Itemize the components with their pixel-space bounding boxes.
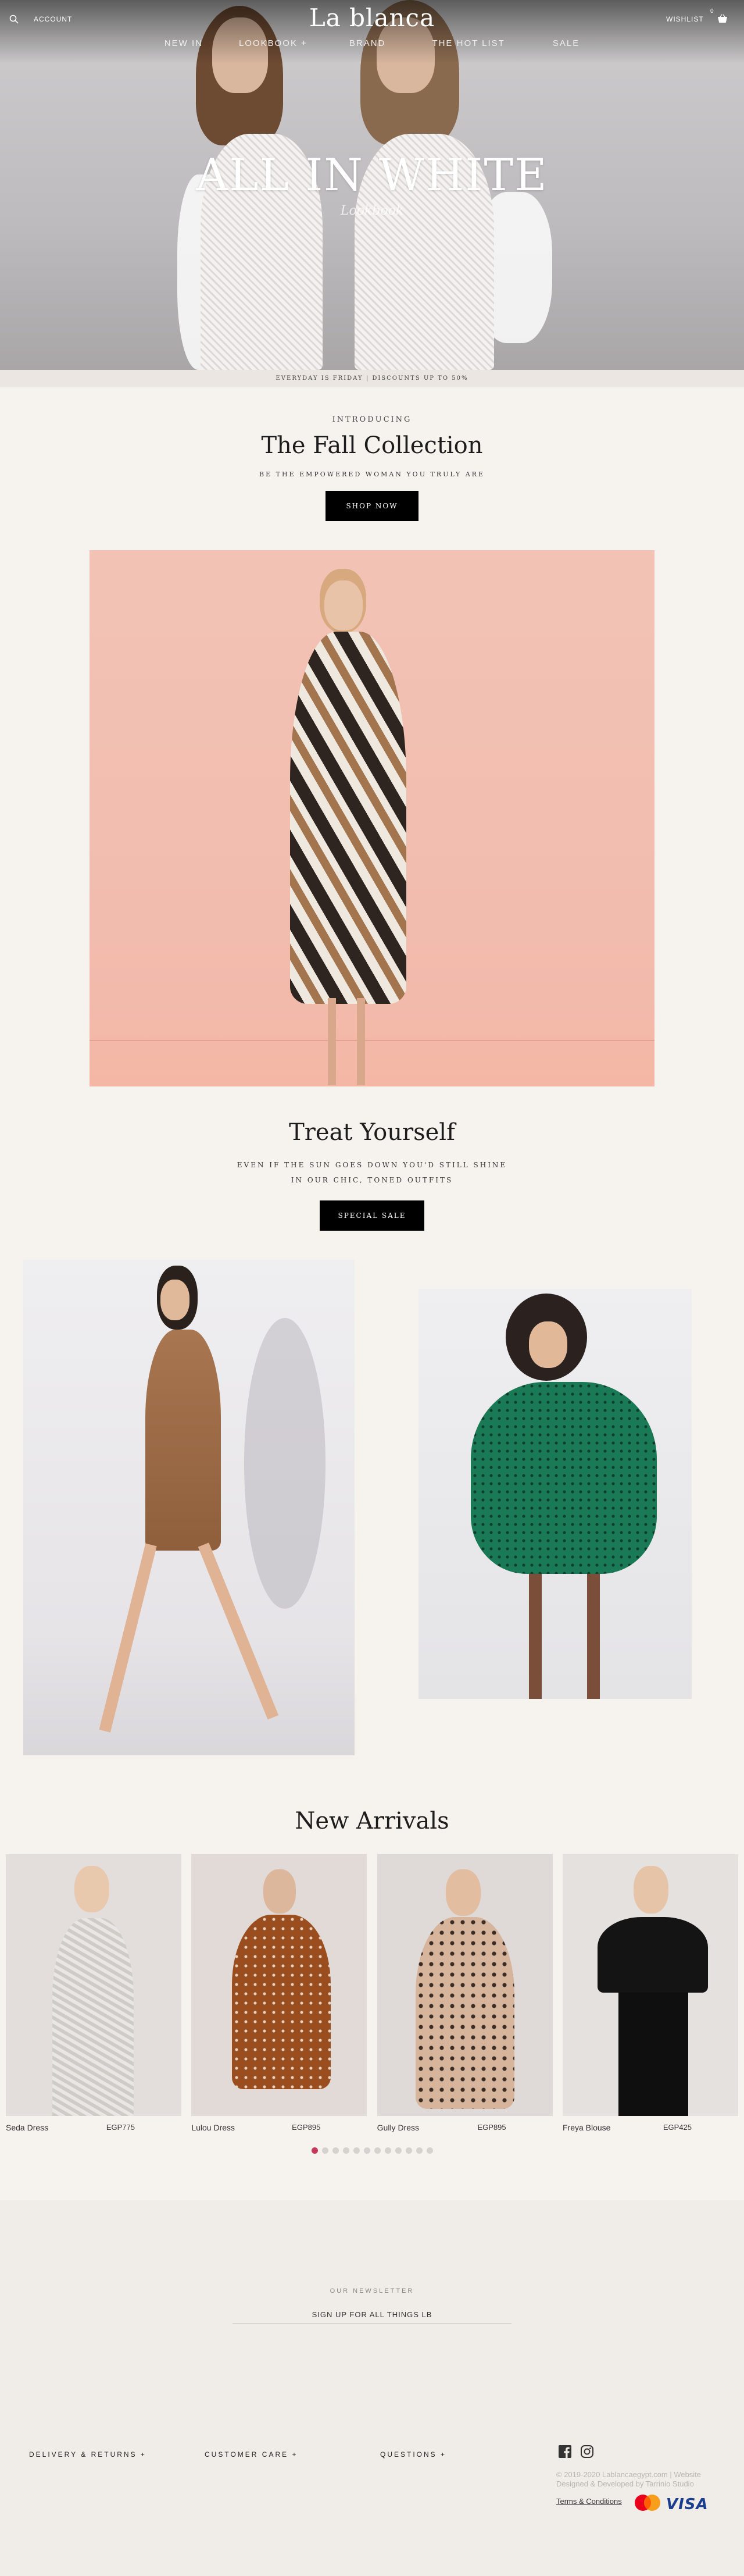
carousel-dot[interactable]	[311, 2147, 318, 2154]
arrivals-title: New Arrivals	[295, 1808, 449, 1834]
nav-brand[interactable]: BRAND	[349, 38, 386, 48]
featured-photos	[0, 1260, 744, 1760]
product-price: EGP895	[292, 2123, 321, 2132]
nav-new-in[interactable]: NEW IN	[164, 38, 203, 48]
newsletter-section: OUR NEWSLETTER	[0, 2200, 744, 2427]
product-price: EGP895	[477, 2123, 506, 2132]
treat-title: Treat Yourself	[289, 1119, 455, 1146]
carousel-dot[interactable]	[342, 2147, 349, 2154]
nav-sale[interactable]: SALE	[553, 38, 580, 48]
photo-green-dress[interactable]	[419, 1289, 692, 1699]
new-arrivals-section: New Arrivals Seda Dress EGP775 Lulou Dres…	[0, 1808, 744, 2154]
payment-cards: VISA	[632, 2493, 709, 2515]
nav-lookbook[interactable]: LOOKBOOK +	[239, 38, 307, 48]
treat-line-1: EVEN IF THE SUN GOES DOWN YOU'D STILL SH…	[237, 1161, 507, 1169]
fall-collection-photo[interactable]	[90, 550, 654, 1086]
carousel-dot[interactable]	[384, 2147, 391, 2154]
fall-title: The Fall Collection	[261, 432, 483, 459]
product-name[interactable]: Seda Dress	[6, 2123, 48, 2132]
product-name[interactable]: Lulou Dress	[191, 2123, 235, 2132]
hero-title: ALL IN WHITE	[196, 149, 548, 201]
footer-questions[interactable]: QUESTIONS +	[380, 2450, 446, 2459]
footer-customer-care[interactable]: CUSTOMER CARE +	[205, 2450, 298, 2459]
carousel-dot[interactable]	[416, 2147, 423, 2154]
wishlist-link[interactable]: WISHLIST	[666, 15, 704, 23]
copyright-text: © 2019-2020 Lablancaegypt.com | Website …	[556, 2470, 702, 2488]
carousel-dot[interactable]	[332, 2147, 339, 2154]
main-nav: NEW IN LOOKBOOK + BRAND THE HOT LIST SAL…	[0, 38, 744, 48]
product-card[interactable]: Freya Blouse EGP425	[562, 1854, 738, 2132]
carousel-dots	[0, 2147, 744, 2154]
newsletter-email-input[interactable]	[233, 2306, 512, 2324]
product-image[interactable]	[191, 1854, 367, 2116]
carousel-dot[interactable]	[353, 2147, 360, 2154]
instagram-icon[interactable]	[580, 2445, 594, 2459]
model-patterned-dress	[290, 632, 406, 1004]
product-card[interactable]: Seda Dress EGP775	[6, 1854, 181, 2132]
treat-line-2: IN OUR CHIC, TONED OUTFITS	[291, 1176, 453, 1184]
product-image[interactable]	[562, 1854, 738, 2116]
product-card[interactable]: Gully Dress EGP895	[377, 1854, 553, 2132]
treat-section: Treat Yourself EVEN IF THE SUN GOES DOWN…	[0, 1119, 744, 1231]
fall-collection-section: INTRODUCING The Fall Collection BE THE E…	[0, 387, 744, 1086]
carousel-dot[interactable]	[395, 2147, 402, 2154]
social-links	[558, 2445, 594, 2459]
promo-strip: EVERYDAY IS FRIDAY | DISCOUNTS UP TO 50%	[0, 370, 744, 387]
product-name[interactable]: Freya Blouse	[563, 2123, 610, 2132]
product-image[interactable]	[6, 1854, 181, 2116]
product-card[interactable]: Lulou Dress EGP895	[191, 1854, 367, 2132]
product-carousel: Seda Dress EGP775 Lulou Dress EGP895 Gully…	[0, 1854, 744, 2132]
site-logo[interactable]: La blanca	[0, 3, 744, 32]
mastercard-icon	[632, 2493, 663, 2515]
fall-tagline: BE THE EMPOWERED WOMAN YOU TRULY ARE	[259, 471, 485, 478]
basket-count: 0	[710, 8, 714, 15]
facebook-icon[interactable]	[558, 2445, 572, 2459]
special-sale-button[interactable]: SPECIAL SALE	[320, 1200, 424, 1231]
carousel-dot[interactable]	[363, 2147, 370, 2154]
nav-hot-list[interactable]: THE HOT LIST	[432, 38, 505, 48]
shop-now-button[interactable]: SHOP NOW	[326, 491, 419, 521]
hero-subtitle: Lookbook	[340, 204, 404, 218]
product-price: EGP425	[663, 2123, 692, 2132]
footer-delivery-returns[interactable]: DELIVERY & RETURNS +	[29, 2450, 146, 2459]
product-image[interactable]	[377, 1854, 553, 2116]
product-price: EGP775	[106, 2123, 135, 2132]
footer: DELIVERY & RETURNS + CUSTOMER CARE + QUE…	[0, 2427, 744, 2576]
carousel-dot[interactable]	[405, 2147, 412, 2154]
basket-icon[interactable]	[717, 14, 728, 23]
newsletter-eyebrow: OUR NEWSLETTER	[330, 2288, 414, 2294]
visa-icon: VISA	[666, 2495, 709, 2513]
fall-eyebrow: INTRODUCING	[332, 415, 412, 424]
product-name[interactable]: Gully Dress	[377, 2123, 419, 2132]
carousel-dot[interactable]	[321, 2147, 328, 2154]
carousel-dot[interactable]	[426, 2147, 433, 2154]
carousel-dot[interactable]	[374, 2147, 381, 2154]
hero-banner[interactable]: ACCOUNT La blanca WISHLIST 0 NEW IN LOOK…	[0, 0, 744, 370]
photo-brown-dress[interactable]	[23, 1260, 355, 1755]
terms-conditions-link[interactable]: Terms & Conditions	[556, 2497, 622, 2506]
